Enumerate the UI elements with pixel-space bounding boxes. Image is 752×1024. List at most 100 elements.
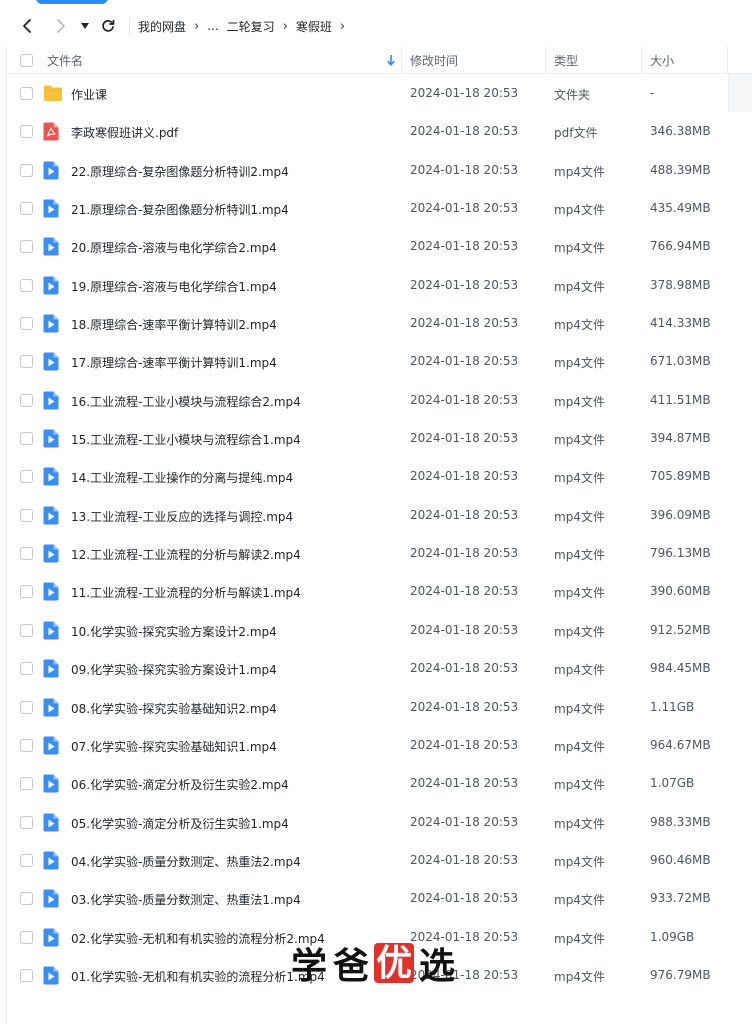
row-checkbox[interactable] xyxy=(20,278,33,292)
file-type: 文件夹 xyxy=(554,88,591,102)
row-checkbox[interactable] xyxy=(20,738,33,752)
select-all-checkbox[interactable] xyxy=(20,46,33,74)
file-row[interactable]: 07.化学实验-探究实验基础知识1.mp4 2024-01-18 20:53 mp4… xyxy=(7,726,752,764)
file-row[interactable]: 10.化学实验-探究实验方案设计2.mp4 2024-01-18 20:53 mp4… xyxy=(7,611,752,649)
file-name[interactable]: 20.原理综合-溶液与电化学综合2.mp4 xyxy=(71,239,277,256)
forward-button[interactable] xyxy=(47,13,73,39)
column-header-type[interactable]: 类型 xyxy=(545,46,641,74)
file-row[interactable]: 22.原理综合-复杂图像题分析特训2.mp4 2024-01-18 20:53 mp… xyxy=(7,151,752,189)
row-checkbox[interactable] xyxy=(20,317,33,331)
file-modified-time: 2024-01-18 20:53 xyxy=(410,814,519,829)
file-modified-time: 2024-01-18 20:53 xyxy=(410,776,519,791)
video-icon xyxy=(43,506,61,525)
file-name[interactable]: 04.化学实验-质量分数测定、热重法2.mp4 xyxy=(71,853,301,870)
row-checkbox[interactable] xyxy=(20,240,33,254)
file-row[interactable]: 21.原理综合-复杂图像题分析特训1.mp4 2024-01-18 20:53 mp… xyxy=(7,189,752,227)
file-row[interactable]: 李政寒假班讲义.pdf 2024-01-18 20:53 pdf文件 346.38MB xyxy=(7,112,752,150)
file-name[interactable]: 19.原理综合-溶液与电化学综合1.mp4 xyxy=(71,278,277,295)
row-checkbox[interactable] xyxy=(20,662,33,676)
row-checkbox[interactable] xyxy=(20,623,33,637)
file-name[interactable]: 09.化学实验-探究实验方案设计1.mp4 xyxy=(71,661,277,678)
column-header-size[interactable]: 大小 xyxy=(641,46,727,74)
refresh-button[interactable] xyxy=(95,13,121,39)
file-modified-time: 2024-01-18 20:53 xyxy=(410,852,519,867)
file-row[interactable]: 17.原理综合-速率平衡计算特训1.mp4 2024-01-18 20:53 mp4… xyxy=(7,342,752,380)
file-row[interactable]: 05.化学实验-滴定分析及衍生实验1.mp4 2024-01-18 20:53 mp… xyxy=(7,803,752,841)
row-checkbox[interactable] xyxy=(20,202,33,216)
file-row[interactable]: 15.工业流程-工业小模块与流程综合1.mp4 2024-01-18 20:53 m… xyxy=(7,419,752,457)
file-row[interactable]: 14.工业流程-工业操作的分离与提纯.mp4 2024-01-18 20:53 mp… xyxy=(7,457,752,495)
file-name[interactable]: 10.化学实验-探究实验方案设计2.mp4 xyxy=(71,623,277,640)
file-row[interactable]: 12.工业流程-工业流程的分析与解读2.mp4 2024-01-18 20:53 m… xyxy=(7,534,752,572)
file-name[interactable]: 05.化学实验-滴定分析及衍生实验1.mp4 xyxy=(71,815,289,832)
row-checkbox[interactable] xyxy=(20,547,33,561)
file-name[interactable]: 作业课 xyxy=(71,86,107,103)
row-checkbox[interactable] xyxy=(20,777,33,791)
file-size: 390.60MB xyxy=(650,584,711,599)
row-checkbox[interactable] xyxy=(20,432,33,446)
file-name[interactable]: 12.工业流程-工业流程的分析与解读2.mp4 xyxy=(71,546,301,563)
video-icon xyxy=(43,237,61,256)
row-checkbox[interactable] xyxy=(20,393,33,407)
breadcrumb-item-current[interactable]: 寒假班 xyxy=(296,18,332,35)
file-row[interactable]: 08.化学实验-探究实验基础知识2.mp4 2024-01-18 20:53 mp4… xyxy=(7,688,752,726)
row-checkbox[interactable] xyxy=(20,930,33,944)
file-name[interactable]: 08.化学实验-探究实验基础知识2.mp4 xyxy=(71,700,277,717)
file-size: 796.13MB xyxy=(650,546,711,561)
file-name[interactable]: 06.化学实验-滴定分析及衍生实验2.mp4 xyxy=(71,776,289,793)
file-row[interactable]: 04.化学实验-质量分数测定、热重法2.mp4 2024-01-18 20:53 m… xyxy=(7,841,752,879)
breadcrumb-item-review[interactable]: 二轮复习 xyxy=(227,18,275,35)
sort-down-icon[interactable] xyxy=(387,46,395,74)
file-name[interactable]: 14.工业流程-工业操作的分离与提纯.mp4 xyxy=(71,469,293,486)
history-dropdown-button[interactable] xyxy=(77,13,93,39)
file-type: mp4文件 xyxy=(554,739,605,754)
file-row[interactable]: 11.工业流程-工业流程的分析与解读1.mp4 2024-01-18 20:53 m… xyxy=(7,572,752,610)
file-row[interactable]: 20.原理综合-溶液与电化学综合2.mp4 2024-01-18 20:53 mp4… xyxy=(7,227,752,265)
refresh-icon xyxy=(102,19,115,32)
column-header-modified[interactable]: 修改时间 xyxy=(401,46,545,74)
row-checkbox[interactable] xyxy=(20,968,33,982)
file-name[interactable]: 17.原理综合-速率平衡计算特训1.mp4 xyxy=(71,354,277,371)
row-checkbox[interactable] xyxy=(20,700,33,714)
column-header-name[interactable]: 文件名 xyxy=(47,46,83,74)
file-name[interactable]: 16.工业流程-工业小模块与流程综合2.mp4 xyxy=(71,393,301,410)
file-name[interactable]: 11.工业流程-工业流程的分析与解读1.mp4 xyxy=(71,584,301,601)
row-checkbox[interactable] xyxy=(20,892,33,906)
row-checkbox[interactable] xyxy=(20,508,33,522)
file-row[interactable]: 13.工业流程-工业反应的选择与调控.mp4 2024-01-18 20:53 mp… xyxy=(7,496,752,534)
file-name[interactable]: 02.化学实验-无机和有机实验的流程分析2.mp4 xyxy=(71,930,325,947)
file-row[interactable]: 19.原理综合-溶液与电化学综合1.mp4 2024-01-18 20:53 mp4… xyxy=(7,266,752,304)
file-name[interactable]: 07.化学实验-探究实验基础知识1.mp4 xyxy=(71,738,277,755)
file-row[interactable]: 06.化学实验-滴定分析及衍生实验2.mp4 2024-01-18 20:53 mp… xyxy=(7,764,752,802)
file-name[interactable]: 18.原理综合-速率平衡计算特训2.mp4 xyxy=(71,316,277,333)
back-button[interactable] xyxy=(15,13,41,39)
file-name[interactable]: 22.原理综合-复杂图像题分析特训2.mp4 xyxy=(71,163,289,180)
file-row[interactable]: 18.原理综合-速率平衡计算特训2.mp4 2024-01-18 20:53 mp4… xyxy=(7,304,752,342)
file-type: mp4文件 xyxy=(554,394,605,409)
breadcrumb-chevron-icon: › xyxy=(282,18,288,34)
row-checkbox[interactable] xyxy=(20,87,33,100)
file-name[interactable]: 李政寒假班讲义.pdf xyxy=(71,124,178,141)
file-modified-time: 2024-01-18 20:53 xyxy=(410,546,519,561)
file-type: mp4文件 xyxy=(554,433,605,448)
file-row[interactable]: 16.工业流程-工业小模块与流程综合2.mp4 2024-01-18 20:53 m… xyxy=(7,381,752,419)
breadcrumb-item-root[interactable]: 我的网盘 xyxy=(138,18,186,35)
file-name[interactable]: 21.原理综合-复杂图像题分析特训1.mp4 xyxy=(71,201,289,218)
row-checkbox[interactable] xyxy=(20,163,33,177)
file-type: mp4文件 xyxy=(554,969,605,984)
breadcrumb-item-ellipsis[interactable]: ... xyxy=(207,19,218,33)
row-checkbox[interactable] xyxy=(20,853,33,867)
row-checkbox[interactable] xyxy=(20,815,33,829)
file-row[interactable]: 09.化学实验-探究实验方案设计1.mp4 2024-01-18 20:53 mp4… xyxy=(7,649,752,687)
file-name[interactable]: 03.化学实验-质量分数测定、热重法1.mp4 xyxy=(71,891,301,908)
file-name[interactable]: 13.工业流程-工业反应的选择与调控.mp4 xyxy=(71,508,293,525)
file-row[interactable]: 03.化学实验-质量分数测定、热重法1.mp4 2024-01-18 20:53 m… xyxy=(7,879,752,917)
file-row[interactable]: 作业课 2024-01-18 20:53 文件夹 - xyxy=(7,74,752,112)
file-name[interactable]: 15.工业流程-工业小模块与流程综合1.mp4 xyxy=(71,431,301,448)
row-checkbox[interactable] xyxy=(20,125,33,139)
row-checkbox[interactable] xyxy=(20,355,33,369)
row-checkbox[interactable] xyxy=(20,470,33,484)
pdf-icon xyxy=(43,122,61,141)
file-name[interactable]: 01.化学实验-无机和有机实验的流程分析1.mp4 xyxy=(71,968,325,985)
row-checkbox[interactable] xyxy=(20,585,33,599)
